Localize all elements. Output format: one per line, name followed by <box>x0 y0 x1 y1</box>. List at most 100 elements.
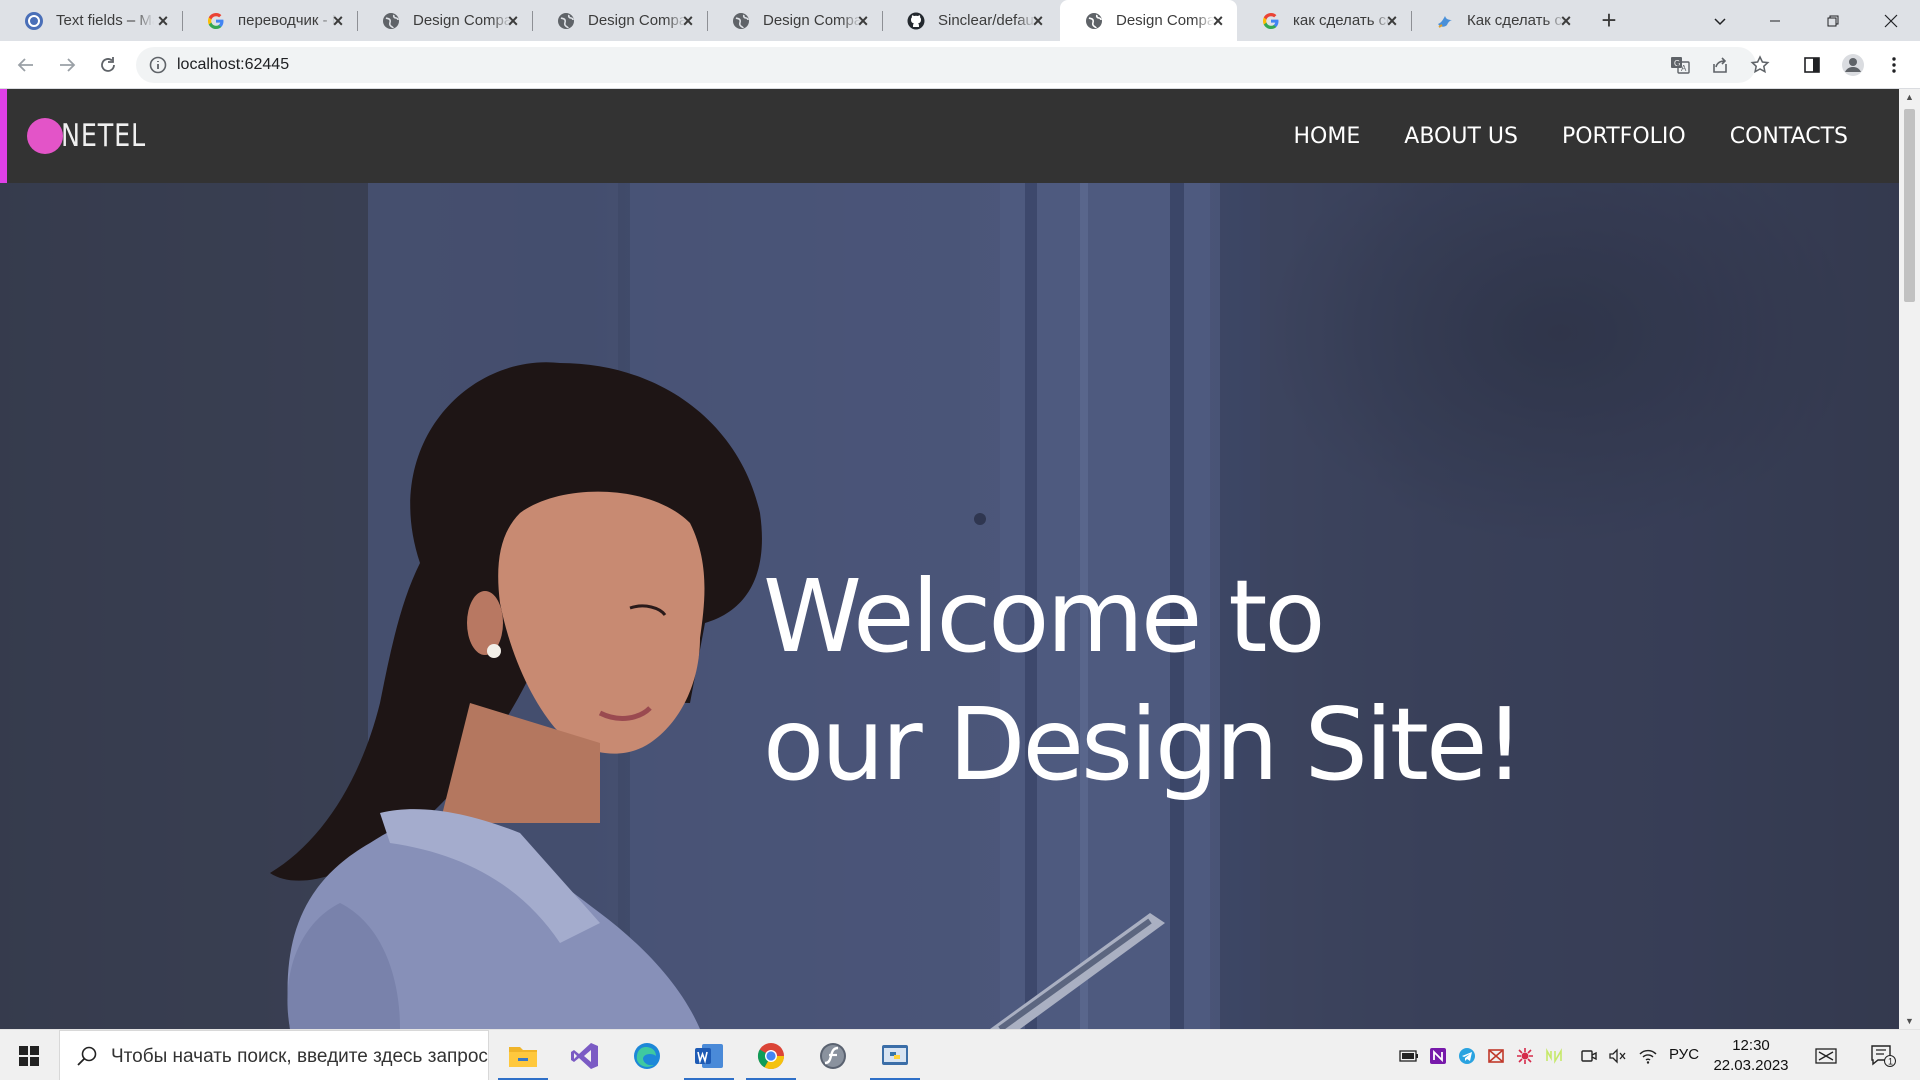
close-icon[interactable]: × <box>504 12 522 30</box>
tab-title: переводчик - Поиск <box>238 12 336 29</box>
scrollbar-thumb[interactable] <box>1904 109 1915 302</box>
close-icon[interactable]: × <box>854 12 872 30</box>
hero-section: Welcome to our Design Site! <box>0 183 1899 1029</box>
nav-home[interactable]: HOME <box>1294 124 1361 149</box>
translate-icon[interactable]: GA <box>1669 54 1691 76</box>
onenote-icon[interactable] <box>1424 1030 1452 1080</box>
logo-text: NETEL <box>61 118 146 154</box>
tab-title: Design Company <box>763 12 861 29</box>
back-button[interactable] <box>12 51 40 79</box>
info-icon[interactable] <box>148 55 168 75</box>
nav-portfolio[interactable]: PORTFOLIO <box>1562 124 1686 149</box>
new-tab-button[interactable]: + <box>1596 7 1622 34</box>
tab-design-company-2[interactable]: Design Company × <box>532 0 707 41</box>
tab-material[interactable]: Text fields – Material × <box>0 0 182 41</box>
file-explorer-button[interactable] <box>494 1030 552 1080</box>
browser-toolbar: localhost:62445 GA <box>0 41 1920 89</box>
nav-contacts[interactable]: CONTACTS <box>1730 124 1848 149</box>
meet-now-icon[interactable] <box>1575 1030 1603 1080</box>
tab-design-company-3[interactable]: Design Company × <box>707 0 882 41</box>
close-icon[interactable]: × <box>1029 12 1047 30</box>
main-nav: HOME ABOUT US PORTFOLIO CONTACTS <box>1294 89 1848 183</box>
side-panel-button[interactable] <box>1798 51 1826 79</box>
edge-button[interactable] <box>618 1030 676 1080</box>
tab-title: Design Company <box>588 12 686 29</box>
tab-design-company-active[interactable]: Design Company × <box>1060 0 1237 41</box>
restore-button[interactable] <box>1804 0 1862 41</box>
site-logo[interactable]: NETEL <box>27 117 165 155</box>
tab-search-link-1[interactable]: как сделать ссылку × <box>1237 0 1411 41</box>
logo-dot <box>27 118 63 154</box>
word-icon <box>695 1043 723 1068</box>
menu-button[interactable] <box>1880 51 1908 79</box>
word-button[interactable] <box>680 1030 738 1080</box>
close-icon[interactable]: × <box>1383 12 1401 30</box>
chevron-down-icon <box>1714 17 1726 25</box>
scroll-up-icon[interactable]: ▲ <box>1904 92 1915 102</box>
folder-icon <box>509 1046 537 1067</box>
address-bar[interactable]: localhost:62445 GA <box>136 47 1770 83</box>
address-text[interactable]: localhost:62445 <box>177 56 289 74</box>
globe-icon <box>731 11 751 31</box>
close-icon[interactable]: × <box>679 12 697 30</box>
reload-button[interactable] <box>94 51 122 79</box>
volume-muted-icon[interactable] <box>1604 1030 1632 1080</box>
visual-studio-button[interactable] <box>556 1030 614 1080</box>
language-indicator[interactable]: РУС <box>1669 1046 1699 1063</box>
close-icon[interactable]: × <box>1209 12 1227 30</box>
windows-icon <box>19 1045 39 1066</box>
tab-title: как сделать ссылку <box>1293 12 1391 29</box>
site-header: NETEL HOME ABOUT US PORTFOLIO CONTACTS <box>0 89 1899 183</box>
telegram-icon[interactable] <box>1453 1030 1481 1080</box>
python-app-button[interactable] <box>866 1030 924 1080</box>
forward-button[interactable] <box>53 51 81 79</box>
github-icon <box>906 11 926 31</box>
tab-translator[interactable]: переводчик - Поиск × <box>182 0 357 41</box>
chrome-button[interactable] <box>742 1030 800 1080</box>
flash-player-button[interactable] <box>804 1030 862 1080</box>
battery-icon[interactable] <box>1395 1030 1423 1080</box>
close-icon[interactable]: × <box>329 12 347 30</box>
more-vert-icon <box>1892 57 1896 73</box>
notification-count: 1 <box>1888 1056 1893 1066</box>
profile-button[interactable] <box>1839 51 1867 79</box>
side-panel-icon <box>1804 57 1820 73</box>
system-clock[interactable]: 12:30 22.03.2023 <box>1706 1036 1796 1076</box>
page-scrollbar[interactable]: ▲ ▼ <box>1899 89 1920 1029</box>
tab-github[interactable]: Sinclear/default × <box>882 0 1057 41</box>
close-icon[interactable]: × <box>154 12 172 30</box>
minimize-icon <box>1770 20 1780 21</box>
tab-title: Sinclear/default <box>938 12 1036 29</box>
tab-strip: Text fields – Material × переводчик - По… <box>0 0 1920 41</box>
minimize-button[interactable] <box>1746 0 1804 41</box>
scroll-down-icon[interactable]: ▼ <box>1904 1016 1915 1026</box>
close-window-button[interactable] <box>1862 0 1920 41</box>
nvidia-icon[interactable] <box>1540 1030 1568 1080</box>
wifi-icon[interactable] <box>1634 1030 1662 1080</box>
bird-icon <box>1435 11 1455 31</box>
tab-search-link-2[interactable]: Как сделать ссылку × <box>1411 0 1585 41</box>
tab-design-company-1[interactable]: Design Company × <box>357 0 532 41</box>
avatar <box>1842 54 1864 76</box>
tab-search-button[interactable] <box>1691 0 1749 41</box>
material-icon <box>24 11 44 31</box>
windows-taskbar: Чтобы начать поиск, введите здесь запрос <box>0 1029 1920 1080</box>
start-button[interactable] <box>0 1030 58 1080</box>
taskbar-search[interactable]: Чтобы начать поиск, введите здесь запрос <box>59 1030 489 1080</box>
chrome-icon <box>757 1042 785 1069</box>
notification-center-icon[interactable]: 1 <box>1866 1030 1900 1080</box>
tab-title: Design Company <box>413 12 511 29</box>
visual-studio-icon <box>571 1042 598 1069</box>
bookmark-star-icon[interactable] <box>1749 54 1771 76</box>
antivirus-icon[interactable] <box>1511 1030 1539 1080</box>
share-icon[interactable] <box>1709 54 1731 76</box>
keyboard-icon[interactable] <box>1810 1030 1842 1080</box>
network-blocked-icon[interactable] <box>1482 1030 1510 1080</box>
python-icon <box>882 1044 908 1065</box>
clock-date: 22.03.2023 <box>1713 1057 1789 1074</box>
search-icon <box>77 1046 97 1066</box>
search-placeholder: Чтобы начать поиск, введите здесь запрос <box>111 1046 488 1067</box>
nav-about-us[interactable]: ABOUT US <box>1404 124 1518 149</box>
close-icon[interactable]: × <box>1557 12 1575 30</box>
restore-icon <box>1827 15 1839 26</box>
